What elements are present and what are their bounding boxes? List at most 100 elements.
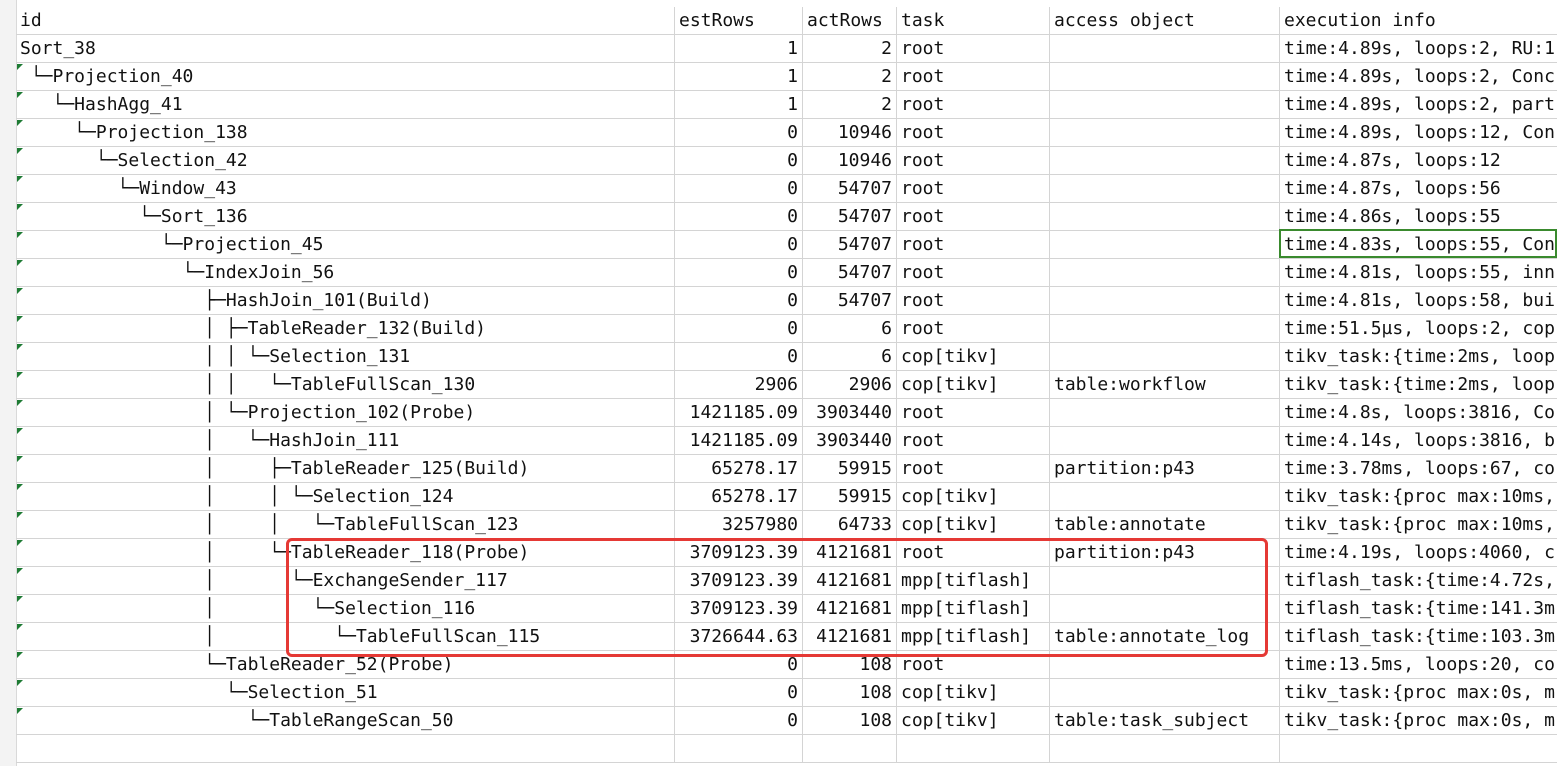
cell-task[interactable]: root [897,315,1050,342]
cell-estrows[interactable]: 65278.17 [675,483,803,510]
cell-estrows[interactable]: 1421185.09 [675,427,803,454]
cell-id[interactable]: └─IndexJoin_56 [16,259,675,286]
table-row[interactable]: └─Selection_51 0 108 cop[tikv] tikv_task:{pr… [16,679,1557,707]
cell-estrows[interactable]: 1421185.09 [675,399,803,426]
cell-access-object[interactable] [1050,231,1280,258]
cell-access-object[interactable]: partition:p43 [1050,539,1280,566]
cell-id[interactable]: └─Selection_42 [16,147,675,174]
cell-task[interactable]: root [897,259,1050,286]
header-id[interactable]: id [16,7,675,34]
cell-task[interactable]: cop[tikv] [897,707,1050,734]
cell-task[interactable]: cop[tikv] [897,511,1050,538]
cell-id[interactable] [16,735,675,762]
cell-id[interactable]: │ │ └─Selection_124 [16,483,675,510]
row-number-strip[interactable] [0,0,17,766]
cell-id[interactable]: └─Sort_136 [16,203,675,230]
cell-execution-info[interactable]: time:4.89s, loops:2, part [1280,91,1557,118]
table-row[interactable]: └─TableReader_52(Probe) 0 108 root time:13.5… [16,651,1557,679]
cell-execution-info[interactable]: time:4.89s, loops:2, RU:1 [1280,35,1557,62]
table-row[interactable]: ├─HashJoin_101(Build) 0 54707 root time:4.81… [16,287,1557,315]
cell-access-object[interactable] [1050,427,1280,454]
cell-access-object[interactable] [1050,119,1280,146]
table-row[interactable]: │ ├─TableReader_125(Build) 65278.17 59915 r… [16,455,1557,483]
table-row[interactable]: └─Projection_138 0 10946 root time:4.89s, lo… [16,119,1557,147]
cell-execution-info[interactable]: tiflash_task:{time:141.3m [1280,595,1557,622]
table-row[interactable]: └─Projection_40 1 2 root time:4.89s, loops:2… [16,63,1557,91]
cell-access-object[interactable] [1050,147,1280,174]
cell-actrows[interactable]: 2 [803,63,897,90]
cell-execution-info[interactable]: time:4.8s, loops:3816, Co [1280,399,1557,426]
cell-access-object[interactable]: table:workflow [1050,371,1280,398]
cell-estrows[interactable]: 0 [675,679,803,706]
table-row[interactable]: │ └─TableFullScan_115 3726644.63 4121681 mp… [16,623,1557,651]
cell-id[interactable]: │ │ └─Selection_131 [16,343,675,370]
cell-task[interactable]: root [897,455,1050,482]
table-row[interactable]: Sort_38 1 2 root time:4.89s, loops:2, RU:1 [16,35,1557,63]
cell-access-object[interactable]: table:annotate [1050,511,1280,538]
cell-estrows[interactable]: 1 [675,91,803,118]
cell-id[interactable]: └─Selection_51 [16,679,675,706]
cell-estrows[interactable]: 3726644.63 [675,623,803,650]
cell-actrows[interactable]: 4121681 [803,567,897,594]
cell-id[interactable]: │ │ └─TableFullScan_123 [16,511,675,538]
cell-access-object[interactable]: partition:p43 [1050,455,1280,482]
cell-execution-info[interactable]: time:3.78ms, loops:67, co [1280,455,1557,482]
cell-task[interactable]: mpp[tiflash] [897,567,1050,594]
cell-task[interactable]: root [897,539,1050,566]
cell-estrows[interactable]: 3709123.39 [675,567,803,594]
cell-access-object[interactable] [1050,287,1280,314]
cell-id[interactable]: │ │ └─TableFullScan_130 [16,371,675,398]
table-row[interactable]: │ │ └─Selection_131 0 6 cop[tikv] tikv_task:… [16,343,1557,371]
cell-execution-info[interactable]: time:4.87s, loops:12 [1280,147,1557,174]
cell-actrows[interactable]: 4121681 [803,539,897,566]
cell-access-object[interactable] [1050,399,1280,426]
table-row[interactable]: └─IndexJoin_56 0 54707 root time:4.81s, loop… [16,259,1557,287]
cell-estrows[interactable]: 65278.17 [675,455,803,482]
cell-execution-info[interactable]: tikv_task:{time:2ms, loop [1280,343,1557,370]
cell-estrows[interactable]: 2906 [675,371,803,398]
cell-estrows[interactable]: 3257980 [675,511,803,538]
cell-access-object[interactable] [1050,483,1280,510]
cell-task[interactable]: mpp[tiflash] [897,595,1050,622]
cell-actrows[interactable]: 3903440 [803,399,897,426]
cell-id[interactable]: │ └─HashJoin_111 [16,427,675,454]
cell-access-object[interactable] [1050,595,1280,622]
cell-task[interactable]: root [897,399,1050,426]
cell-access-object[interactable]: table:task_subject [1050,707,1280,734]
cell-estrows[interactable]: 0 [675,231,803,258]
cell-task[interactable]: root [897,63,1050,90]
header-access-object[interactable]: access object [1050,7,1280,34]
cell-estrows[interactable]: 1 [675,35,803,62]
cell-estrows[interactable]: 0 [675,651,803,678]
cell-execution-info[interactable]: tiflash_task:{time:103.3m [1280,623,1557,650]
cell-estrows[interactable]: 0 [675,147,803,174]
cell-execution-info[interactable]: tiflash_task:{time:4.72s, [1280,567,1557,594]
cell-task[interactable]: root [897,147,1050,174]
cell-execution-info[interactable]: tikv_task:{proc max:10ms, [1280,511,1557,538]
cell-actrows[interactable]: 6 [803,343,897,370]
cell-access-object[interactable] [1050,343,1280,370]
cell-execution-info[interactable]: time:4.87s, loops:56 [1280,175,1557,202]
table-row[interactable]: │ └─ExchangeSender_117 3709123.39 4121681 m… [16,567,1557,595]
table-row[interactable] [16,735,1557,763]
cell-estrows[interactable]: 0 [675,119,803,146]
table-row[interactable]: │ │ └─TableFullScan_130 2906 2906 cop[tikv]… [16,371,1557,399]
cell-estrows[interactable]: 0 [675,259,803,286]
cell-id[interactable]: └─TableRangeScan_50 [16,707,675,734]
cell-task[interactable]: root [897,287,1050,314]
cell-execution-info[interactable]: time:4.86s, loops:55 [1280,203,1557,230]
cell-task[interactable]: cop[tikv] [897,371,1050,398]
cell-actrows[interactable]: 59915 [803,455,897,482]
cell-execution-info[interactable]: time:13.5ms, loops:20, co [1280,651,1557,678]
cell-actrows[interactable]: 54707 [803,259,897,286]
cell-access-object[interactable] [1050,91,1280,118]
table-row[interactable]: │ ├─TableReader_132(Build) 0 6 root time:51.… [16,315,1557,343]
cell-access-object[interactable] [1050,63,1280,90]
cell-actrows[interactable]: 10946 [803,147,897,174]
cell-estrows[interactable]: 0 [675,175,803,202]
cell-actrows[interactable]: 54707 [803,203,897,230]
table-row[interactable]: └─Sort_136 0 54707 root time:4.86s, loops:55 [16,203,1557,231]
table-row[interactable]: │ │ └─TableFullScan_123 3257980 64733 cop[t… [16,511,1557,539]
table-row[interactable]: └─HashAgg_41 1 2 root time:4.89s, loops:2, p… [16,91,1557,119]
cell-id[interactable]: └─Projection_138 [16,119,675,146]
